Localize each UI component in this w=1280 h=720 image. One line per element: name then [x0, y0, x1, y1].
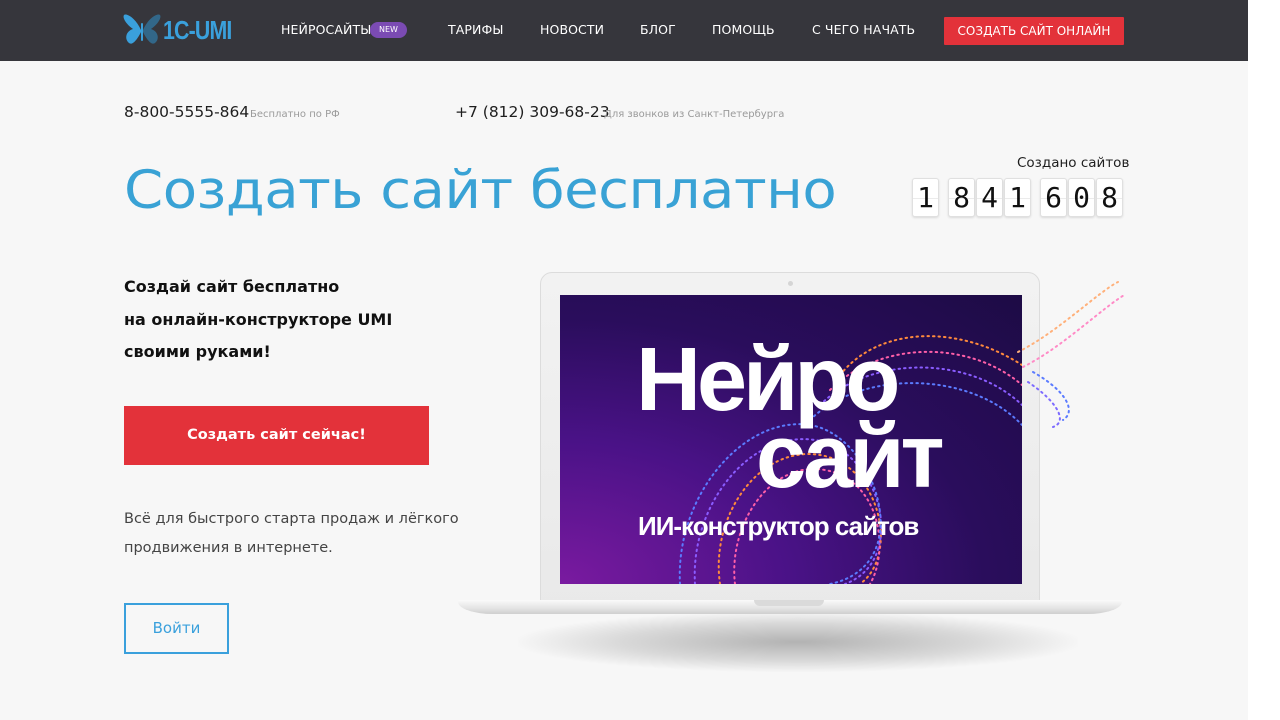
- nav-item-tariffs[interactable]: ТАРИФЫ: [448, 22, 503, 37]
- screen-title-line2: сайт: [756, 407, 945, 507]
- laptop-shadow: [518, 612, 1078, 672]
- create-site-now-button[interactable]: Создать сайт сейчас!: [124, 406, 429, 465]
- nav-item-neurosites[interactable]: НЕЙРОСАЙТЫ: [281, 22, 371, 37]
- counter-digit: 8: [948, 178, 975, 217]
- counter-digit: 1: [912, 178, 939, 217]
- phone-spb-note: Для звонков из Санкт-Петербурга: [604, 109, 785, 120]
- top-navigation: 1C-UMI НЕЙРОСАЙТЫ NEW ТАРИФЫ НОВОСТИ БЛО…: [0, 0, 1248, 61]
- phone-federal-note: Бесплатно по РФ: [250, 109, 340, 120]
- login-button[interactable]: Войти: [124, 603, 229, 654]
- butterfly-icon: [123, 14, 161, 44]
- subheading-line: своими руками!: [124, 342, 271, 361]
- laptop-notch: [754, 600, 824, 606]
- create-site-online-button[interactable]: СОЗДАТЬ САЙТ ОНЛАЙН: [944, 17, 1124, 45]
- counter-digit: 1: [1004, 178, 1031, 217]
- subheading-line: Создай сайт бесплатно: [124, 277, 340, 296]
- counter-digit: 8: [1096, 178, 1123, 217]
- hero-subheading: Создай сайт бесплатно на онлайн-конструк…: [124, 271, 392, 369]
- nav-item-help[interactable]: ПОМОЩЬ: [712, 22, 775, 37]
- counter-digit: 6: [1040, 178, 1067, 217]
- laptop-screen: Нейро сайт ИИ-конструктор сайтов: [560, 295, 1022, 584]
- logo-text: 1C-UMI: [163, 14, 232, 45]
- counter-digit: 0: [1068, 178, 1095, 217]
- subheading-line: на онлайн-конструкторе UMI: [124, 309, 393, 329]
- phone-federal[interactable]: 8-800-5555-864: [124, 103, 249, 121]
- page-title: Создать сайт бесплатно: [124, 160, 837, 221]
- laptop-illustration: Нейро сайт ИИ-конструктор сайтов: [458, 262, 1138, 702]
- laptop-lid: Нейро сайт ИИ-конструктор сайтов: [540, 272, 1040, 610]
- nav-item-blog[interactable]: БЛОГ: [640, 22, 676, 37]
- counter-digit: 4: [976, 178, 1003, 217]
- screen-subtitle: ИИ-конструктор сайтов: [638, 511, 919, 541]
- nav-item-getting-started[interactable]: С ЧЕГО НАЧАТЬ: [812, 22, 915, 37]
- hero-description: Всё для быстрого старта продаж и лёгкого…: [124, 511, 459, 556]
- new-badge: NEW: [370, 22, 407, 38]
- sites-counter-label: Создано сайтов: [1017, 155, 1130, 171]
- nav-item-news[interactable]: НОВОСТИ: [540, 22, 604, 37]
- phone-spb[interactable]: +7 (812) 309-68-23: [455, 103, 610, 121]
- logo-link[interactable]: 1C-UMI: [123, 12, 247, 48]
- scrollbar-gutter: [1248, 0, 1280, 720]
- camera-dot: [788, 281, 793, 286]
